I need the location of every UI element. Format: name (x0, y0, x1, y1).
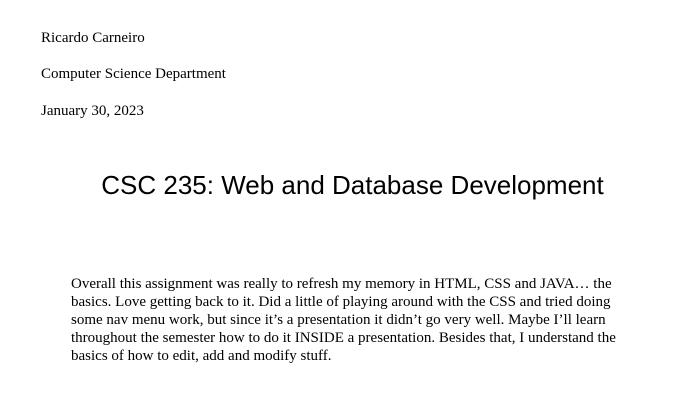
document-date: January 30, 2023 (41, 103, 144, 119)
document-page: Ricardo Carneiro Computer Science Depart… (0, 0, 699, 418)
body-paragraph: Overall this assignment was really to re… (71, 276, 616, 364)
document-title: CSC 235: Web and Database Development (101, 170, 604, 200)
author-name: Ricardo Carneiro (41, 30, 145, 46)
department-name: Computer Science Department (41, 66, 226, 82)
